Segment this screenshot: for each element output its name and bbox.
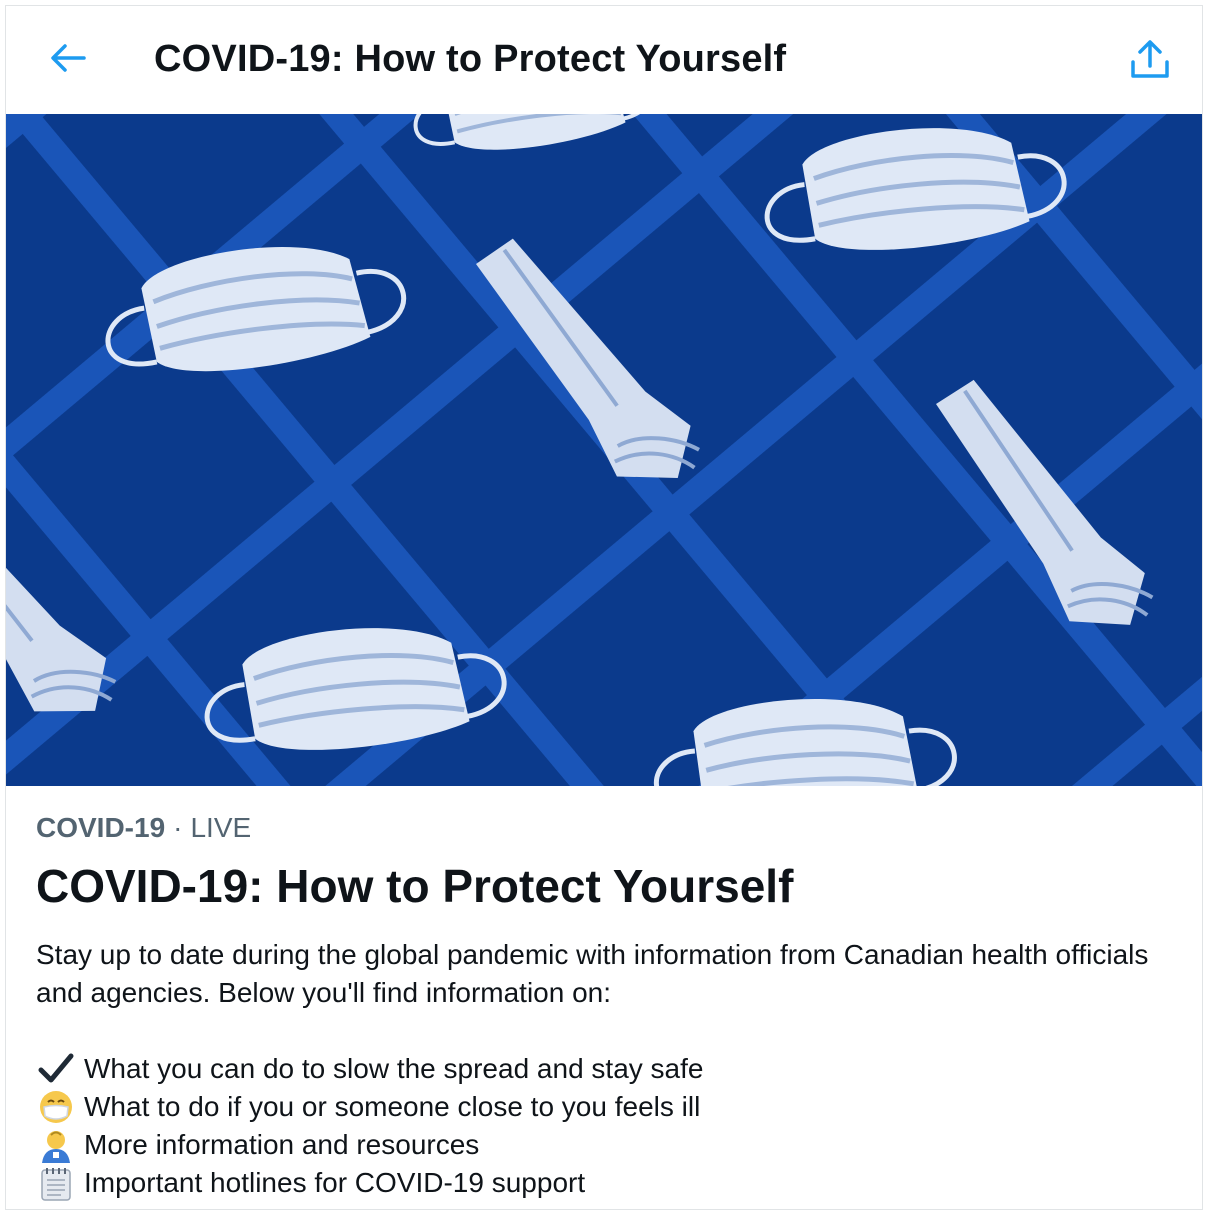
list-item-label: What to do if you or someone close to yo… — [84, 1091, 701, 1122]
top-bar: COVID-19: How to Protect Yourself — [6, 6, 1202, 114]
header-title: COVID-19: How to Protect Yourself — [154, 38, 787, 80]
share-upload-icon — [1128, 38, 1172, 87]
list-item: More information and resources — [36, 1126, 1172, 1164]
live-badge: LIVE — [190, 812, 252, 843]
list-item: What to do if you or someone close to yo… — [36, 1088, 1172, 1126]
topics-list: What you can do to slow the spread and s… — [36, 1050, 1172, 1202]
article-body: COVID-19 · LIVE COVID-19: How to Protect Y… — [36, 786, 1172, 1202]
back-button[interactable] — [44, 36, 92, 84]
hero-illustration — [6, 114, 1202, 786]
face-with-mask-icon — [36, 1090, 76, 1124]
article-meta: COVID-19 · LIVE — [36, 812, 1172, 844]
list-item: What you can do to slow the spread and s… — [36, 1050, 1172, 1088]
notepad-icon — [36, 1166, 76, 1201]
share-button[interactable] — [1124, 36, 1176, 88]
list-item-label: More information and resources — [84, 1129, 480, 1160]
list-item-label: Important hotlines for COVID-19 support — [84, 1167, 586, 1198]
category-label[interactable]: COVID-19 — [36, 812, 165, 843]
article-title: COVID-19: How to Protect Yourself — [36, 860, 794, 912]
check-mark-icon — [36, 1052, 76, 1086]
list-item: Important hotlines for COVID-19 support — [36, 1164, 1172, 1202]
health-worker-icon — [36, 1128, 76, 1163]
article-description: Stay up to date during the global pandem… — [36, 939, 1149, 1008]
moment-card: COVID-19: How to Protect Yourself COVID-… — [5, 5, 1203, 1210]
meta-separator: · — [173, 812, 183, 843]
list-item-label: What you can do to slow the spread and s… — [84, 1053, 704, 1084]
hero-image — [6, 114, 1202, 786]
arrow-left-icon — [50, 43, 86, 78]
